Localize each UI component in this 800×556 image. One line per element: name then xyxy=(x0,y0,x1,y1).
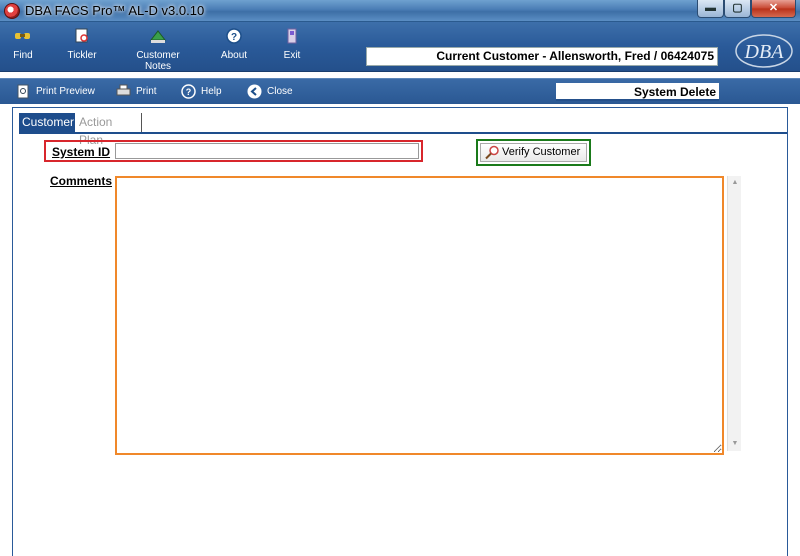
maximize-button[interactable]: ▢ xyxy=(724,0,751,18)
close-window-button[interactable]: ✕ xyxy=(751,0,796,18)
title-bar: DBA FACS Pro™ AL-D v3.0.10 ▬ ▢ ✕ xyxy=(0,0,800,22)
magnifier-icon xyxy=(484,145,500,160)
tab-action-plan[interactable]: Action Plan xyxy=(76,113,142,147)
comments-scrollbar[interactable]: ▲ ▼ xyxy=(727,176,741,451)
customer-notes-label: Customer Notes xyxy=(136,50,180,72)
tab-customer[interactable]: Customer xyxy=(19,113,75,133)
main-toolbar: Find Tickler Customer Notes ? About Exit… xyxy=(0,22,800,72)
print-button[interactable]: Print xyxy=(116,84,157,99)
print-preview-icon xyxy=(16,84,31,99)
tickler-label: Tickler xyxy=(67,50,97,61)
back-arrow-icon xyxy=(247,84,262,99)
exit-label: Exit xyxy=(283,50,301,61)
print-preview-button[interactable]: Print Preview xyxy=(16,84,95,99)
verify-customer-button[interactable]: Verify Customer xyxy=(480,143,587,162)
scroll-up-icon[interactable]: ▲ xyxy=(728,176,742,190)
system-id-label: System ID xyxy=(52,145,111,159)
about-button[interactable]: ? About xyxy=(220,28,248,61)
print-label: Print xyxy=(136,86,157,98)
close-button[interactable]: Close xyxy=(247,84,293,99)
svg-text:?: ? xyxy=(231,32,237,43)
tickler-icon xyxy=(73,28,91,44)
notes-icon xyxy=(149,28,167,44)
scroll-down-icon[interactable]: ▼ xyxy=(728,437,742,451)
app-icon xyxy=(4,3,20,19)
svg-text:?: ? xyxy=(186,87,192,97)
customer-notes-button[interactable]: Customer Notes xyxy=(124,28,192,72)
help-circle-icon: ? xyxy=(225,28,243,44)
dba-logo: DBA xyxy=(734,32,794,70)
mode-indicator: System Delete xyxy=(556,83,719,101)
find-label: Find xyxy=(13,50,33,61)
exit-button[interactable]: Exit xyxy=(282,28,302,61)
minimize-button[interactable]: ▬ xyxy=(697,0,724,18)
comments-textarea[interactable] xyxy=(115,176,724,455)
find-button[interactable]: Find xyxy=(12,28,34,61)
help-label: Help xyxy=(201,86,222,98)
tab-divider xyxy=(19,132,787,134)
exit-door-icon xyxy=(283,28,301,44)
current-customer-display: Current Customer - Allensworth, Fred / 0… xyxy=(366,47,718,66)
about-label: About xyxy=(220,50,248,61)
verify-customer-label: Verify Customer xyxy=(502,146,581,158)
print-preview-label: Print Preview xyxy=(36,86,95,98)
svg-text:DBA: DBA xyxy=(744,41,785,63)
printer-icon xyxy=(116,84,131,99)
window-title: DBA FACS Pro™ AL-D v3.0.10 xyxy=(25,3,205,18)
tickler-button[interactable]: Tickler xyxy=(67,28,97,61)
find-icon xyxy=(14,28,32,44)
comments-label: Comments xyxy=(50,174,113,188)
close-label: Close xyxy=(267,86,293,98)
help-button[interactable]: ? Help xyxy=(181,84,222,99)
system-id-input[interactable] xyxy=(115,143,419,159)
help-icon: ? xyxy=(181,84,196,99)
